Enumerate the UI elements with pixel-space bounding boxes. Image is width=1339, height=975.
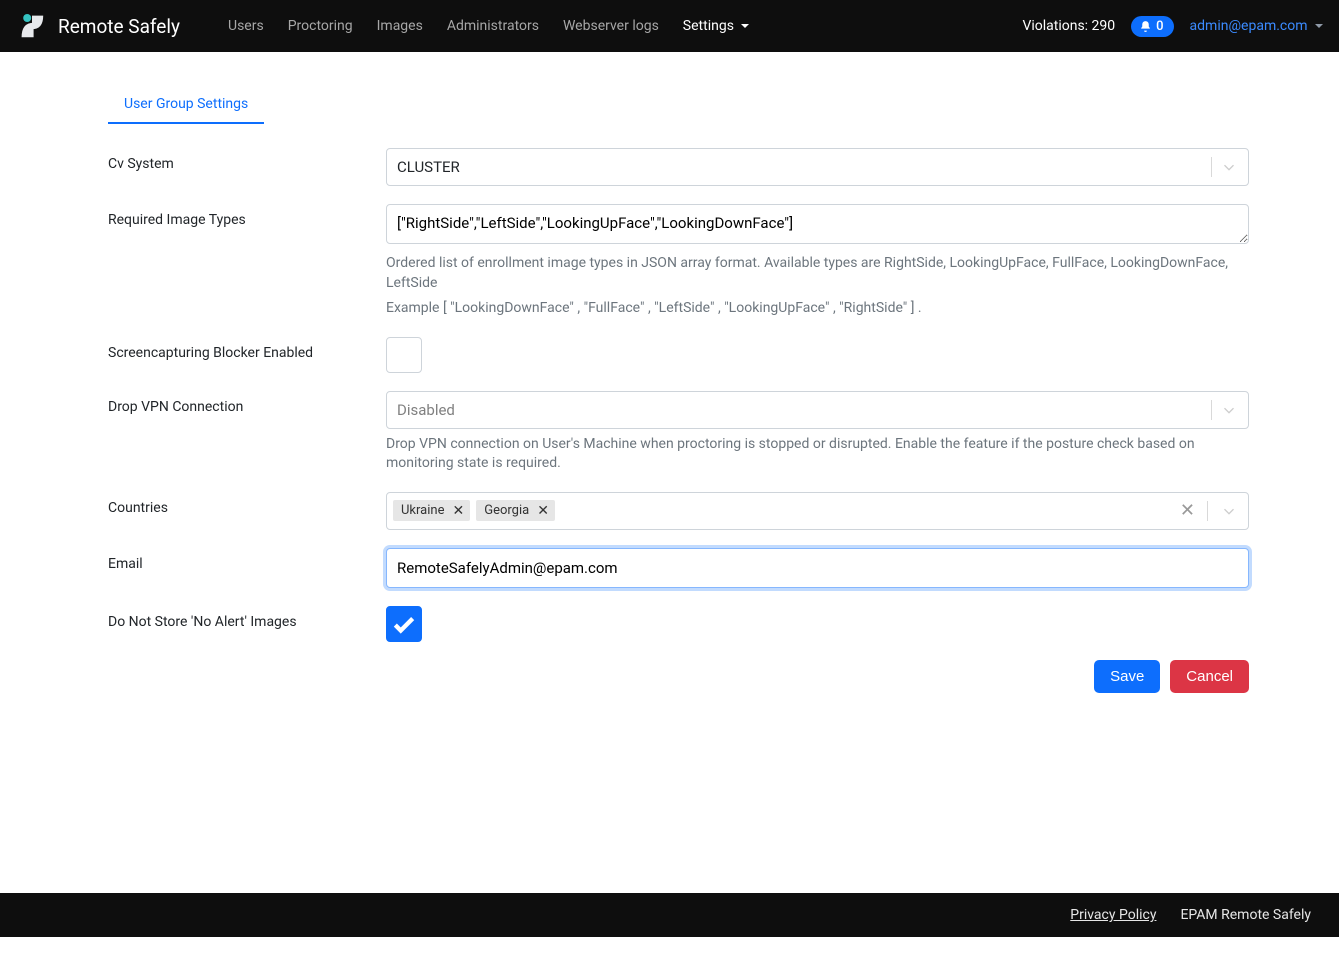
required-image-types-help-1: Ordered list of enrollment image types i… [386,254,1249,293]
label-required-image-types: Required Image Types [108,204,386,228]
countries-select[interactable]: Ukraine ✕ Georgia ✕ ✕ [386,492,1249,530]
country-tag: Georgia ✕ [476,500,555,521]
chevron-down-icon [1220,158,1238,176]
email-input[interactable] [386,548,1249,588]
countries-tags: Ukraine ✕ Georgia ✕ [393,500,1172,521]
user-email: admin@epam.com [1190,18,1308,34]
chevron-down-icon [1220,401,1238,419]
drop-vpn-select[interactable]: Disabled [386,391,1249,429]
label-do-not-store: Do Not Store 'No Alert' Images [108,606,386,630]
caret-down-icon [741,24,749,28]
separator [1211,400,1212,420]
separator [1211,157,1212,177]
nav-administrators[interactable]: Administrators [435,12,551,40]
row-drop-vpn: Drop VPN Connection Disabled Drop VPN co… [108,391,1249,474]
nav-right: Violations: 290 0 admin@epam.com [1022,16,1323,37]
notifications-pill[interactable]: 0 [1131,16,1173,37]
separator [1207,501,1208,521]
required-image-types-help-2: Example [ "LookingDownFace" , "FullFace"… [386,299,1249,319]
remove-tag-icon[interactable]: ✕ [452,504,464,518]
row-screencapturing-blocker: Screencapturing Blocker Enabled [108,337,1249,373]
bottom-gap [0,937,1339,975]
label-countries: Countries [108,492,386,516]
user-menu[interactable]: admin@epam.com [1190,18,1323,34]
nav-images[interactable]: Images [365,12,435,40]
chevron-down-icon [1220,502,1238,520]
app-logo-icon [16,10,48,42]
label-email: Email [108,548,386,572]
nav-links: Users Proctoring Images Administrators W… [216,12,761,40]
row-cv-system: Cv System CLUSTER [108,148,1249,186]
footer: Privacy Policy EPAM Remote Safely [0,893,1339,937]
row-required-image-types: Required Image Types Ordered list of enr… [108,204,1249,319]
privacy-policy-link[interactable]: Privacy Policy [1070,907,1156,923]
main-content: User Group Settings Cv System CLUSTER Re… [0,52,1339,893]
caret-down-icon [1315,24,1323,28]
nav-proctoring[interactable]: Proctoring [276,12,365,40]
cv-system-select[interactable]: CLUSTER [386,148,1249,186]
check-icon [391,611,417,637]
violations-label: Violations: 290 [1022,18,1115,34]
label-screencapturing-blocker: Screencapturing Blocker Enabled [108,337,386,361]
drop-vpn-value: Disabled [397,401,1207,419]
row-do-not-store: Do Not Store 'No Alert' Images [108,606,1249,642]
nav-users[interactable]: Users [216,12,276,40]
nav-webserver-logs[interactable]: Webserver logs [551,12,671,40]
row-email: Email [108,548,1249,588]
cv-system-value: CLUSTER [397,158,1207,176]
footer-brand: EPAM Remote Safely [1180,907,1311,923]
country-tag: Ukraine ✕ [393,500,470,521]
nav-settings-label: Settings [683,18,734,34]
do-not-store-checkbox[interactable] [386,606,422,642]
label-cv-system: Cv System [108,148,386,172]
tab-user-group-settings[interactable]: User Group Settings [108,88,264,124]
app-title: Remote Safely [58,15,180,38]
clear-all-icon[interactable]: ✕ [1176,500,1199,521]
row-countries: Countries Ukraine ✕ Georgia ✕ ✕ [108,492,1249,530]
screencapturing-blocker-checkbox[interactable] [386,337,422,373]
nav-settings[interactable]: Settings [671,12,762,40]
notifications-count: 0 [1156,19,1163,34]
country-tag-label: Georgia [484,503,529,518]
label-drop-vpn: Drop VPN Connection [108,391,386,415]
drop-vpn-help: Drop VPN connection on User's Machine wh… [386,435,1249,474]
navbar: Remote Safely Users Proctoring Images Ad… [0,0,1339,52]
save-button[interactable]: Save [1094,660,1160,693]
remove-tag-icon[interactable]: ✕ [537,504,549,518]
brand[interactable]: Remote Safely [16,10,180,42]
country-tag-label: Ukraine [401,503,444,518]
bell-icon [1139,20,1152,33]
cancel-button[interactable]: Cancel [1170,660,1249,693]
required-image-types-input[interactable] [386,204,1249,244]
form-actions: Save Cancel [108,660,1249,693]
